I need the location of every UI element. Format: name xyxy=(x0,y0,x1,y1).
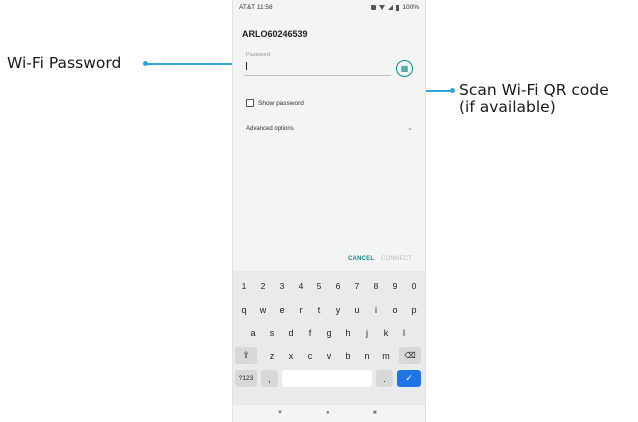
scan-qr-button[interactable]: ▦ xyxy=(396,60,413,77)
show-password-label: Show password xyxy=(258,99,304,107)
password-input[interactable] xyxy=(244,60,396,74)
backspace-icon: ⌫ xyxy=(404,351,416,360)
recents-square-icon[interactable]: ■ xyxy=(373,410,377,416)
connect-button[interactable]: CONNECT xyxy=(381,256,412,262)
callout-wifi-password: Wi-Fi Password xyxy=(7,54,122,72)
status-bar: AT&T 11:58 100% xyxy=(233,0,425,16)
key-n[interactable]: n xyxy=(358,347,376,364)
status-carrier-time: AT&T 11:58 xyxy=(239,4,273,11)
key-t[interactable]: t xyxy=(310,301,328,318)
shift-icon: ⇧ xyxy=(242,350,250,360)
home-circle-icon[interactable]: ● xyxy=(326,410,330,416)
back-triangle-icon[interactable]: ▼ xyxy=(277,410,283,416)
qr-code-icon: ▦ xyxy=(400,63,409,73)
keyboard: 1 2 3 4 5 6 7 8 9 0 q w e r t y u i o p … xyxy=(233,271,425,405)
space-bar[interactable] xyxy=(282,370,372,387)
key-m[interactable]: m xyxy=(377,347,395,364)
key-a[interactable]: a xyxy=(244,324,262,341)
key-b[interactable]: b xyxy=(339,347,357,364)
password-underline xyxy=(244,75,391,76)
key-8[interactable]: 8 xyxy=(367,280,385,292)
show-password-toggle[interactable]: Show password xyxy=(246,99,304,107)
key-6[interactable]: 6 xyxy=(329,280,347,292)
key-i[interactable]: i xyxy=(367,301,385,318)
signal-icon xyxy=(388,5,394,10)
key-r[interactable]: r xyxy=(292,301,310,318)
key-f[interactable]: f xyxy=(301,324,319,341)
key-g[interactable]: g xyxy=(320,324,338,341)
wifi-icon xyxy=(379,5,386,10)
nav-bar: ▼ ● ■ xyxy=(233,405,425,422)
key-e[interactable]: e xyxy=(273,301,291,318)
key-2[interactable]: 2 xyxy=(254,280,272,292)
show-password-checkbox[interactable] xyxy=(246,99,254,107)
key-q[interactable]: q xyxy=(235,301,253,318)
key-p[interactable]: p xyxy=(405,301,423,318)
checkmark-icon: ✓ xyxy=(405,373,413,383)
key-w[interactable]: w xyxy=(254,301,272,318)
password-label: Password xyxy=(246,52,271,58)
key-4[interactable]: 4 xyxy=(292,280,310,292)
network-name: ARLO60246539 xyxy=(242,29,308,39)
key-z[interactable]: z xyxy=(263,347,281,364)
key-j[interactable]: j xyxy=(358,324,376,341)
text-cursor xyxy=(246,62,247,70)
enter-key[interactable]: ✓ xyxy=(397,370,421,387)
key-0[interactable]: 0 xyxy=(405,280,423,292)
key-l[interactable]: l xyxy=(395,324,413,341)
key-s[interactable]: s xyxy=(263,324,281,341)
key-9[interactable]: 9 xyxy=(386,280,404,292)
key-u[interactable]: u xyxy=(348,301,366,318)
battery-icon xyxy=(396,4,400,11)
period-key[interactable]: . xyxy=(376,370,393,387)
callout-dot-right xyxy=(450,88,455,93)
symbols-key[interactable]: ?123 xyxy=(235,370,257,387)
callout-scan-qr-line1: Scan Wi-Fi QR code xyxy=(459,81,609,99)
status-icons: 100% xyxy=(371,4,419,11)
key-y[interactable]: y xyxy=(329,301,347,318)
callout-scan-qr-line2: (if available) xyxy=(459,98,556,116)
key-c[interactable]: c xyxy=(301,347,319,364)
key-7[interactable]: 7 xyxy=(348,280,366,292)
callout-scan-qr: Scan Wi-Fi QR code (if available) xyxy=(459,82,609,116)
shift-key[interactable]: ⇧ xyxy=(235,347,257,364)
key-h[interactable]: h xyxy=(339,324,357,341)
key-x[interactable]: x xyxy=(282,347,300,364)
comma-key[interactable]: , xyxy=(261,370,278,387)
key-d[interactable]: d xyxy=(282,324,300,341)
key-1[interactable]: 1 xyxy=(235,280,253,292)
advanced-options[interactable]: Advanced options xyxy=(246,126,294,132)
chevron-down-icon[interactable]: ⌄ xyxy=(407,124,413,132)
callout-line-left xyxy=(146,63,235,65)
key-3[interactable]: 3 xyxy=(273,280,291,292)
phone-screen: AT&T 11:58 100% ARLO60246539 Password ▦ … xyxy=(232,0,426,422)
battery-percent: 100% xyxy=(402,4,419,11)
notification-icon xyxy=(371,5,377,10)
key-v[interactable]: v xyxy=(320,347,338,364)
key-o[interactable]: o xyxy=(386,301,404,318)
key-5[interactable]: 5 xyxy=(310,280,328,292)
backspace-key[interactable]: ⌫ xyxy=(399,347,421,364)
key-k[interactable]: k xyxy=(377,324,395,341)
cancel-button[interactable]: CANCEL xyxy=(348,256,374,262)
